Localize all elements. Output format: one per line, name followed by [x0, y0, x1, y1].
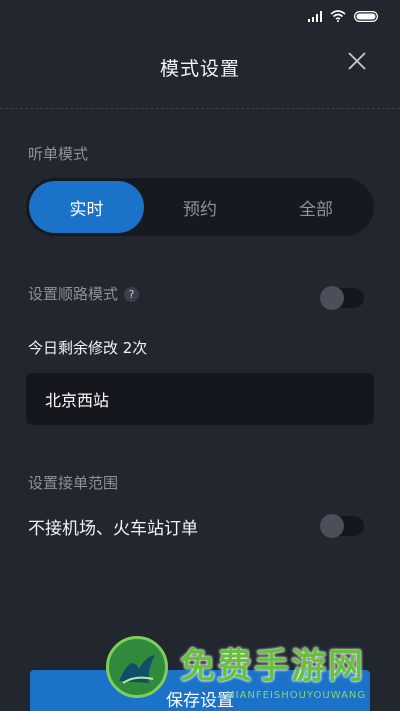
route-mode-label: 设置顺路模式: [28, 285, 119, 303]
page-title: 模式设置: [159, 58, 240, 80]
header-divider: [0, 108, 400, 109]
close-button[interactable]: [344, 48, 370, 74]
listen-mode-option-all[interactable]: 全部: [258, 178, 374, 236]
wifi-icon: [330, 10, 346, 22]
watermark-text: 免费手游网: [180, 646, 366, 687]
watermark: 免费手游网 MIANFEISHOUYOUWANG: [106, 634, 396, 711]
close-icon: [348, 52, 366, 70]
toggle-knob: [320, 286, 344, 310]
route-mode-toggle[interactable]: [320, 286, 364, 310]
order-range-label: 设置接单范围: [28, 474, 119, 492]
exclude-airport-station-label: 不接机场、火车站订单: [28, 519, 198, 539]
help-icon[interactable]: ?: [124, 287, 140, 302]
remaining-changes-text: 今日剩余修改 2次: [28, 339, 148, 357]
exclude-airport-station-toggle[interactable]: [320, 514, 364, 538]
route-mode-row: 设置顺路模式?: [28, 283, 140, 304]
watermark-logo-icon: [106, 636, 168, 698]
listen-mode-option-realtime[interactable]: 实时: [29, 181, 144, 233]
toggle-knob: [320, 514, 344, 538]
listen-mode-selector: 实时 预约 全部: [26, 178, 374, 236]
status-bar: [0, 0, 400, 36]
signal-icon: [308, 10, 322, 22]
listen-mode-label: 听单模式: [28, 145, 89, 163]
listen-mode-option-reserve[interactable]: 预约: [142, 178, 258, 236]
destination-station-field[interactable]: 北京西站: [26, 373, 374, 425]
header: 模式设置: [0, 36, 400, 108]
watermark-subtext: MIANFEISHOUYOUWANG: [226, 690, 367, 701]
status-icons: [308, 10, 378, 22]
battery-icon: [354, 10, 378, 22]
